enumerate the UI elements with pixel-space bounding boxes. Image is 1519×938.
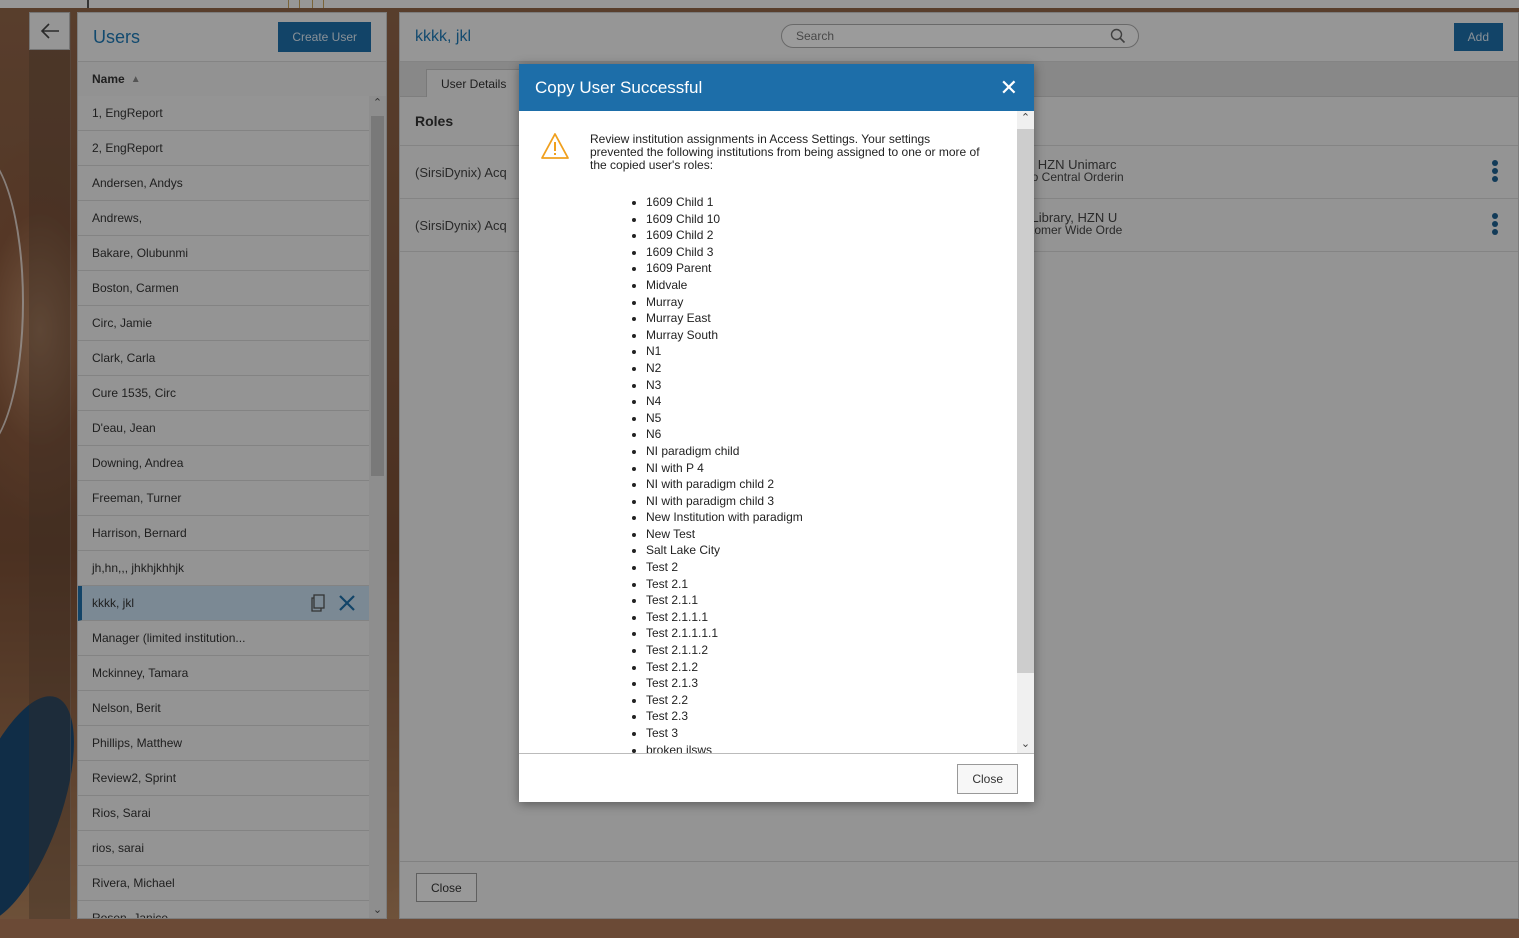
scroll-down-icon[interactable]: ⌄ bbox=[1017, 737, 1034, 754]
dialog-body: Review institution assignments in Access… bbox=[519, 111, 1016, 754]
scroll-up-icon[interactable]: ⌃ bbox=[1017, 111, 1034, 128]
list-item: Test 2 bbox=[646, 559, 803, 576]
list-item: N5 bbox=[646, 410, 803, 427]
list-item: 1609 Child 3 bbox=[646, 244, 803, 261]
scrollbar-thumb[interactable] bbox=[1017, 129, 1034, 673]
list-item: Murray East bbox=[646, 310, 803, 327]
list-item: New Test bbox=[646, 526, 803, 543]
list-item: NI with paradigm child 2 bbox=[646, 476, 803, 493]
list-item: Test 2.1 bbox=[646, 576, 803, 593]
list-item: N6 bbox=[646, 426, 803, 443]
list-item: New Institution with paradigm bbox=[646, 509, 803, 526]
list-item: Test 2.1.1 bbox=[646, 592, 803, 609]
list-item: Test 2.1.1.2 bbox=[646, 642, 803, 659]
list-item: NI with paradigm child 3 bbox=[646, 493, 803, 510]
list-item: 1609 Child 2 bbox=[646, 227, 803, 244]
list-item: N4 bbox=[646, 393, 803, 410]
list-item: 1609 Child 10 bbox=[646, 211, 803, 228]
dialog-scrollbar[interactable]: ⌃ ⌄ bbox=[1017, 111, 1034, 754]
dialog-header: Copy User Successful ✕ bbox=[519, 64, 1034, 111]
dialog-footer: Close bbox=[519, 753, 1034, 802]
list-item: 1609 Child 1 bbox=[646, 194, 803, 211]
list-item: NI paradigm child bbox=[646, 443, 803, 460]
dialog-title: Copy User Successful bbox=[535, 77, 703, 97]
list-item: Salt Lake City bbox=[646, 542, 803, 559]
list-item: Test 3 bbox=[646, 725, 803, 742]
list-item: Test 2.1.3 bbox=[646, 675, 803, 692]
list-item: Test 2.1.1.1 bbox=[646, 609, 803, 626]
list-item: Test 2.2 bbox=[646, 692, 803, 709]
list-item: Murray South bbox=[646, 327, 803, 344]
close-icon[interactable]: ✕ bbox=[1000, 76, 1018, 99]
dialog-message: Review institution assignments in Access… bbox=[590, 132, 980, 172]
list-item: Murray bbox=[646, 294, 803, 311]
warning-icon bbox=[541, 133, 569, 159]
list-item: Test 2.3 bbox=[646, 708, 803, 725]
list-item: Test 2.1.2 bbox=[646, 659, 803, 676]
list-item: Test 2.1.1.1.1 bbox=[646, 625, 803, 642]
list-item: Midvale bbox=[646, 277, 803, 294]
list-item: N3 bbox=[646, 377, 803, 394]
list-item: N2 bbox=[646, 360, 803, 377]
list-item: NI with P 4 bbox=[646, 460, 803, 477]
institution-list: 1609 Child 11609 Child 101609 Child 2160… bbox=[632, 194, 803, 754]
dialog-close-button[interactable]: Close bbox=[957, 764, 1018, 794]
list-item: 1609 Parent bbox=[646, 260, 803, 277]
copy-user-dialog: Copy User Successful ✕ Review institutio… bbox=[519, 64, 1034, 802]
list-item: N1 bbox=[646, 343, 803, 360]
